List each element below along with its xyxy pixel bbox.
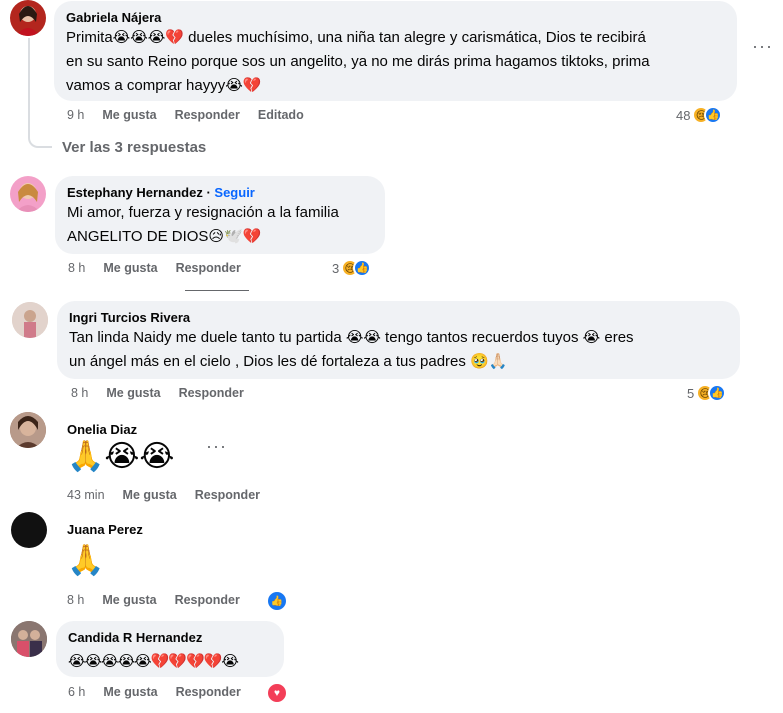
like-reaction-icon: 👍 xyxy=(704,106,723,124)
comment-author[interactable]: Onelia Diaz xyxy=(67,421,137,438)
reply-button[interactable]: Responder xyxy=(176,685,241,699)
comment-text: en su santo Reino porque sos un angelito… xyxy=(66,53,650,70)
reply-button[interactable]: Responder xyxy=(175,593,240,607)
comment-time[interactable]: 6 h xyxy=(68,685,85,699)
avatar[interactable] xyxy=(12,302,48,338)
reply-button[interactable]: Responder xyxy=(176,261,241,275)
divider xyxy=(185,290,249,291)
comment-emojis: 🙏 xyxy=(67,544,105,577)
avatar[interactable] xyxy=(10,0,46,36)
comment-time[interactable]: 8 h xyxy=(68,261,85,275)
like-button[interactable]: Me gusta xyxy=(103,685,157,699)
comment-text: Primita😭😭😭💔 dueles muchísimo, una niña t… xyxy=(66,29,646,46)
comment-time[interactable]: 43 min xyxy=(67,488,105,502)
comment-time[interactable]: 9 h xyxy=(67,108,84,122)
reaction-count[interactable]: 3 😢 👍 xyxy=(332,259,372,277)
comment-author[interactable]: Gabriela Nájera xyxy=(66,9,725,26)
comment-author[interactable]: Candida R Hernandez xyxy=(68,629,272,646)
avatar[interactable] xyxy=(10,412,46,448)
comment-text: Mi amor, fuerza y resignación a la famil… xyxy=(67,204,339,221)
like-reaction-icon: 👍 xyxy=(266,590,288,612)
like-reaction-icon: 👍 xyxy=(708,384,727,402)
like-button[interactable]: Me gusta xyxy=(102,108,156,122)
avatar[interactable] xyxy=(10,176,46,212)
view-replies-link[interactable]: Ver las 3 respuestas xyxy=(62,139,206,156)
comment-text: Tan linda Naidy me duele tanto tu partid… xyxy=(69,329,634,346)
comment-emojis: 🙏😭😭 xyxy=(67,440,175,473)
like-button[interactable]: Me gusta xyxy=(102,593,156,607)
comment-text: ANGELITO DE DIOS😥🕊️💔 xyxy=(67,228,262,245)
comment-time[interactable]: 8 h xyxy=(67,593,84,607)
thread-connector xyxy=(28,38,52,148)
comment-bubble: Gabriela Nájera Primita😭😭😭💔 dueles muchí… xyxy=(54,1,737,101)
love-reaction-icon: ♥ xyxy=(266,682,288,704)
reaction-count[interactable]: 48 😢 👍 xyxy=(676,106,723,124)
comment-text: un ángel más en el cielo , Dios les dé f… xyxy=(69,353,508,370)
like-button[interactable]: Me gusta xyxy=(103,261,157,275)
comment-time[interactable]: 8 h xyxy=(71,386,88,400)
like-button[interactable]: Me gusta xyxy=(123,488,177,502)
reaction-count[interactable]: 5 😢 👍 xyxy=(687,384,727,402)
reply-button[interactable]: Responder xyxy=(195,488,260,502)
avatar[interactable] xyxy=(11,621,47,657)
reply-button[interactable]: Responder xyxy=(175,108,240,122)
more-options-icon[interactable]: ··· xyxy=(206,436,227,457)
like-button[interactable]: Me gusta xyxy=(106,386,160,400)
comment-author[interactable]: Ingri Turcios Rivera xyxy=(69,309,728,326)
comment-bubble: Ingri Turcios Rivera Tan linda Naidy me … xyxy=(57,301,740,379)
comment-author[interactable]: Estephany Hernandez xyxy=(67,185,203,200)
comment-text: vamos a comprar hayyy😭💔 xyxy=(66,77,262,94)
avatar[interactable] xyxy=(11,512,47,548)
more-options-icon[interactable]: ··· xyxy=(752,36,773,57)
like-reaction-icon: 👍 xyxy=(353,259,372,277)
reply-button[interactable]: Responder xyxy=(179,386,244,400)
follow-button[interactable]: Seguir xyxy=(214,185,254,200)
comment-emojis: 😭😭😭😭😭💔💔💔💔😭 xyxy=(68,653,239,670)
reaction-count[interactable]: 👍 xyxy=(266,590,288,612)
comment-bubble: Estephany Hernandez · Seguir Mi amor, fu… xyxy=(55,176,385,254)
reaction-count[interactable]: ♥ xyxy=(266,682,288,704)
comment-author[interactable]: Juana Perez xyxy=(67,521,143,538)
edited-label: Editado xyxy=(257,108,304,122)
comment-bubble: Candida R Hernandez 😭😭😭😭😭💔💔💔💔😭 xyxy=(56,621,284,677)
